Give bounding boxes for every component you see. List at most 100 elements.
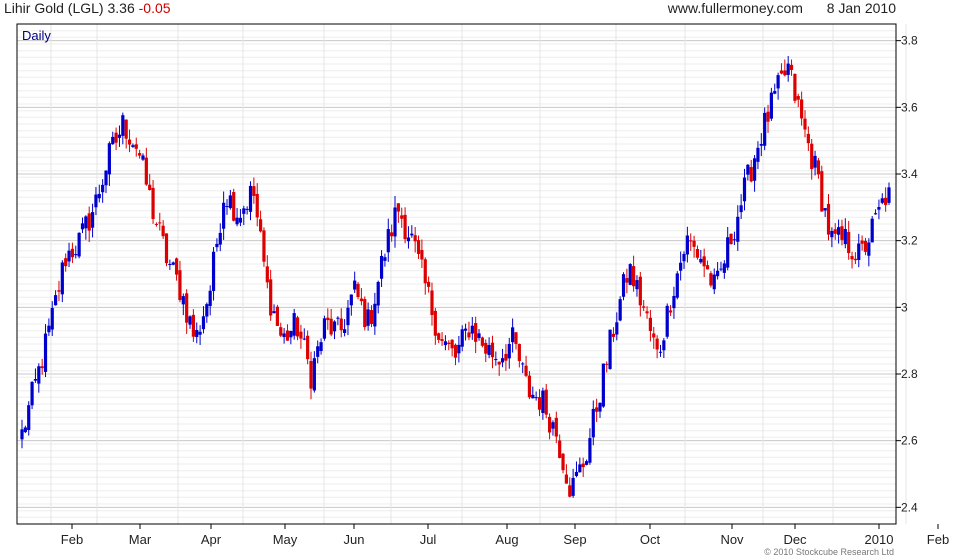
candle [568, 477, 572, 498]
candle [198, 325, 202, 345]
candle-body [97, 193, 101, 199]
candle [813, 150, 817, 176]
candle-body [635, 280, 639, 290]
candle-body [185, 293, 189, 323]
candle-body [847, 231, 851, 254]
candle-body [117, 134, 122, 138]
candle [541, 387, 545, 420]
copyright-text: © 2010 Stockcube Research Ltd [764, 547, 894, 557]
candle-body [238, 217, 243, 223]
candle [148, 174, 152, 191]
y-tick-label: 3.6 [901, 100, 918, 114]
candle [433, 307, 437, 345]
candle-body [756, 147, 760, 162]
candle [618, 296, 622, 322]
candle-body [477, 333, 481, 338]
candle-body [433, 310, 437, 336]
candle [705, 260, 710, 270]
candle [625, 268, 629, 294]
candle-body [322, 318, 327, 339]
candle [205, 302, 209, 323]
candle-body [816, 160, 821, 175]
candle-body [158, 222, 162, 224]
candle-body [463, 328, 468, 331]
candle [339, 308, 343, 338]
candle [621, 272, 626, 301]
candle-body [763, 112, 767, 146]
x-tick-label: Feb [927, 532, 949, 547]
candle-body [443, 341, 448, 346]
candle-body [645, 311, 649, 314]
candle [181, 293, 185, 316]
candle [54, 290, 58, 306]
candle [211, 247, 216, 301]
candle-body [67, 250, 71, 262]
candle-body [208, 290, 212, 306]
candle [450, 339, 454, 357]
candle-body [84, 216, 88, 229]
candle-body [826, 203, 831, 235]
candle-body [275, 306, 279, 326]
candle-body [813, 155, 817, 168]
candle [262, 227, 266, 267]
candle-body [107, 143, 111, 175]
candle-body [524, 365, 528, 376]
candle-body [598, 402, 602, 412]
candle-body [544, 389, 548, 415]
candle-body [591, 408, 595, 438]
candle-body [615, 322, 619, 335]
candle [564, 464, 568, 484]
candle-body [27, 405, 31, 431]
y-tick-label: 2.6 [901, 434, 918, 448]
candle-body [632, 266, 636, 287]
x-tick-label: Apr [201, 532, 222, 547]
candle-body [480, 337, 484, 346]
candle-body [695, 249, 700, 258]
candle [164, 233, 169, 267]
candle-body [279, 327, 283, 336]
candle-body [850, 256, 854, 260]
candle [584, 459, 589, 466]
candle [729, 233, 733, 245]
candle-body [94, 194, 98, 208]
x-tick-label: Dec [783, 532, 807, 547]
candle [70, 242, 75, 264]
candle [373, 292, 377, 335]
candle-body [195, 330, 199, 337]
candle-body [346, 307, 350, 326]
candle-body [675, 273, 679, 298]
candle [873, 209, 878, 215]
candle [285, 324, 290, 341]
candle-body [752, 158, 757, 181]
candle [514, 332, 518, 350]
candle-body [269, 279, 273, 316]
candle [322, 315, 327, 341]
candle-body [43, 333, 48, 372]
candle [662, 338, 666, 358]
candle-body [742, 177, 747, 202]
y-tick-label: 3.4 [901, 167, 918, 181]
candle-body [870, 218, 874, 243]
candle-body [369, 310, 374, 324]
candle [709, 271, 713, 288]
candle [265, 255, 269, 289]
x-tick-label: Jun [344, 532, 365, 547]
candle-body [722, 263, 726, 273]
candle-body [440, 339, 444, 341]
candle-body [353, 280, 357, 290]
candle-body [873, 213, 878, 215]
candle-body [124, 119, 128, 139]
candle-body [339, 318, 343, 331]
candle-body [497, 361, 501, 365]
candle-body [689, 240, 693, 242]
candle [635, 275, 639, 297]
candle [739, 194, 743, 219]
candle [403, 207, 407, 244]
candle-body [682, 254, 686, 262]
candle [416, 235, 421, 259]
candle [655, 335, 659, 359]
x-tick-label: Aug [495, 532, 518, 547]
candle-body [655, 338, 659, 350]
candle [558, 434, 562, 459]
candle-body [517, 344, 521, 362]
